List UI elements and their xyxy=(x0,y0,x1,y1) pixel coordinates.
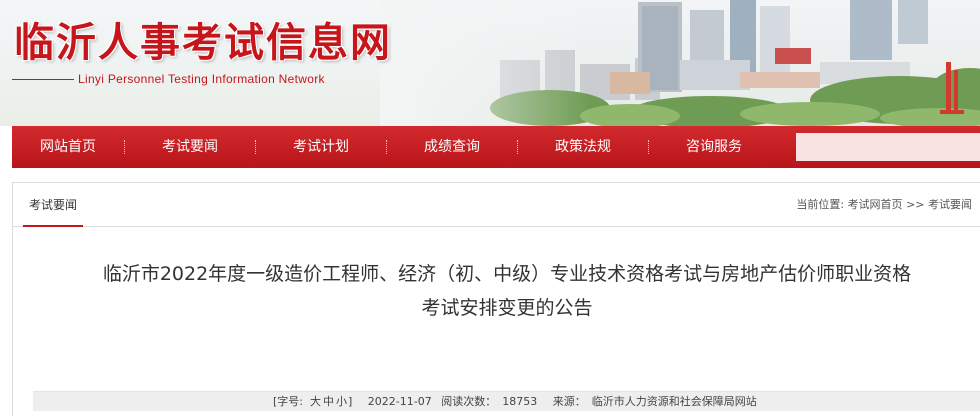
view-count-value: 18753 xyxy=(502,395,538,408)
breadcrumb-separator: >> xyxy=(906,198,925,211)
breadcrumb: 当前位置: 考试网首页 >> 考试要闻 xyxy=(796,183,972,227)
publish-date: 2022-11-07 xyxy=(367,395,432,408)
breadcrumb-prefix: 当前位置: xyxy=(796,198,845,211)
article-source: 来源： 临沂市人力资源和社会保障局网站 xyxy=(553,395,763,408)
site-title: 临沂人事考试信息网 xyxy=(14,19,392,66)
nav-item-exam-plan[interactable]: 考试计划 xyxy=(256,126,386,168)
main-navigation: 网站首页 考试要闻 考试计划 成绩查询 政策法规 咨询服务 xyxy=(12,126,980,168)
breadcrumb-home-link[interactable]: 考试网首页 xyxy=(848,198,903,211)
article-title: 临沂市2022年度一级造价工程师、经济（初、中级）专业技术资格考试与房地产估价师… xyxy=(33,257,980,325)
font-size-medium-link[interactable]: 中 xyxy=(323,395,334,408)
nav-item-consulting[interactable]: 咨询服务 xyxy=(649,126,779,168)
article-title-line-1: 临沂市2022年度一级造价工程师、经济（初、中级）专业技术资格考试与房地产估价师… xyxy=(102,263,912,285)
panel-header: 考试要闻 当前位置: 考试网首页 >> 考试要闻 xyxy=(13,183,980,227)
article-title-line-2: 考试安排变更的公告 xyxy=(421,297,593,319)
view-count: 阅读次数： 18753 xyxy=(441,395,543,408)
header-banner: 临沂人事考试信息网 Linyi Personnel Testing Inform… xyxy=(0,0,980,126)
site-subtitle: Linyi Personnel Testing Information Netw… xyxy=(78,72,325,86)
article-meta-bar: [字号: 大中小] 2022-11-07 阅读次数： 18753 来源： 临沂市人力资… xyxy=(33,391,980,411)
font-size-control: [字号: 大中小] xyxy=(273,395,358,408)
nav-item-home[interactable]: 网站首页 xyxy=(12,126,124,168)
font-size-large-link[interactable]: 大 xyxy=(310,395,321,408)
font-size-label: [字号: xyxy=(273,395,303,408)
source-value: 临沂市人力资源和社会保障局网站 xyxy=(591,395,757,408)
section-tab-exam-news[interactable]: 考试要闻 xyxy=(23,183,84,227)
nav-item-policies[interactable]: 政策法规 xyxy=(518,126,648,168)
font-size-bracket: ] xyxy=(348,395,353,408)
title-decoration-line xyxy=(12,79,74,80)
font-size-small-link[interactable]: 小 xyxy=(336,395,347,408)
city-skyline-image xyxy=(380,0,980,126)
nav-item-exam-news[interactable]: 考试要闻 xyxy=(125,126,255,168)
nav-item-score-query[interactable]: 成绩查询 xyxy=(387,126,517,168)
search-input[interactable] xyxy=(796,133,980,161)
breadcrumb-current[interactable]: 考试要闻 xyxy=(928,198,972,211)
source-label: 来源： xyxy=(552,395,586,408)
article-panel: 考试要闻 当前位置: 考试网首页 >> 考试要闻 临沂市2022年度一级造价工程… xyxy=(12,182,980,416)
view-count-label: 阅读次数： xyxy=(441,395,497,408)
